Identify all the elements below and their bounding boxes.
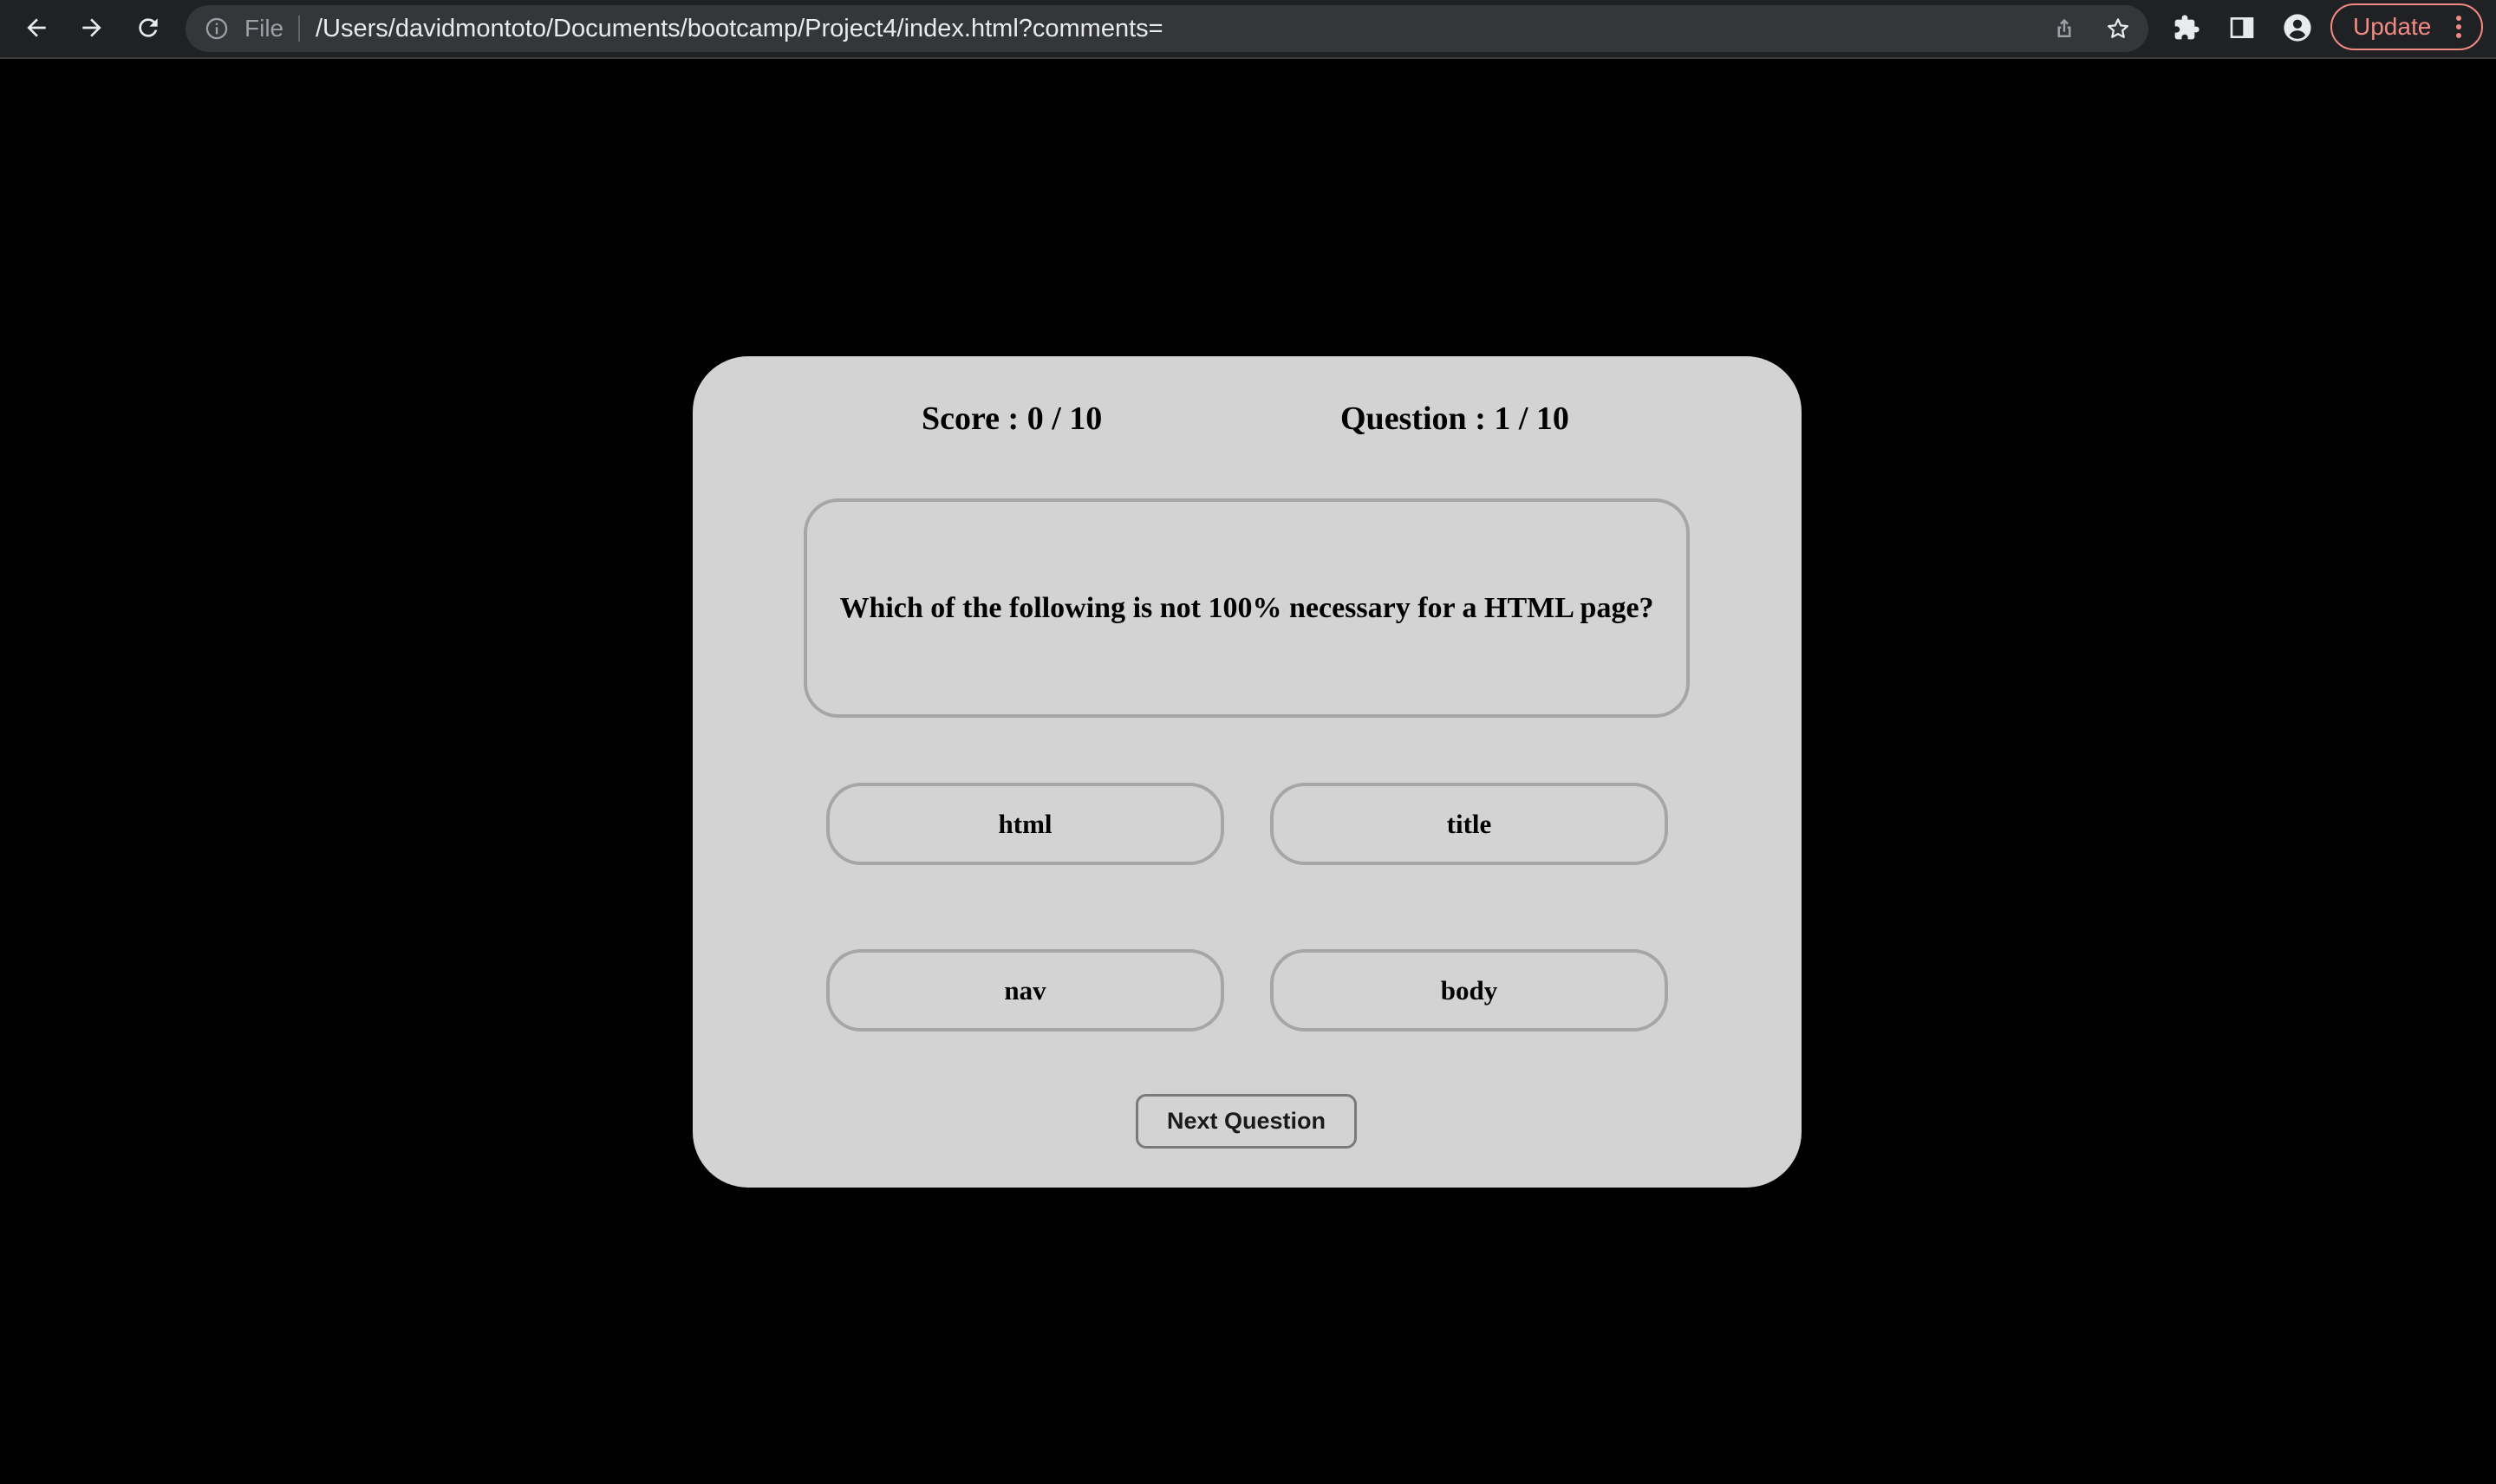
next-question-button[interactable]: Next Question [1136,1094,1357,1149]
answer-button-title[interactable]: title [1270,783,1668,865]
question-text: Which of the following is not 100% neces… [839,591,1654,624]
back-icon [27,18,46,37]
quiz-card: Score : 0 / 10 Question : 1 / 10 Which o… [693,356,1802,1188]
browser-toolbar: File /Users/davidmontoto/Documents/bootc… [0,0,2496,59]
extensions-button[interactable] [2164,7,2209,49]
reload-button[interactable] [126,7,171,49]
address-bar[interactable]: File /Users/davidmontoto/Documents/bootc… [186,5,2148,52]
star-icon[interactable] [2105,16,2131,42]
score-label: Score : 0 / 10 [922,400,1103,437]
profile-button[interactable] [2275,7,2320,49]
side-panel-button[interactable] [2219,7,2265,49]
omnibox-divider [298,16,300,42]
share-icon[interactable] [2051,16,2077,42]
extensions-icon [2174,15,2199,40]
forward-icon [82,18,101,37]
info-icon[interactable] [205,16,229,41]
profile-icon [2284,14,2311,42]
back-button[interactable] [14,7,59,49]
side-panel-icon [2230,17,2254,38]
answer-button-html[interactable]: html [826,783,1224,865]
reload-icon [139,18,158,37]
answer-button-nav[interactable]: nav [826,949,1224,1032]
scheme-label: File [244,15,284,42]
question-counter: Question : 1 / 10 [1340,400,1569,437]
url-text[interactable]: /Users/davidmontoto/Documents/bootcamp/P… [316,5,1163,52]
update-button[interactable]: Update [2330,3,2483,50]
answer-button-body[interactable]: body [1270,949,1668,1032]
forward-button[interactable] [69,7,114,49]
update-label: Update [2353,13,2432,40]
question-box: Which of the following is not 100% neces… [804,498,1690,718]
more-icon [2456,16,2461,38]
